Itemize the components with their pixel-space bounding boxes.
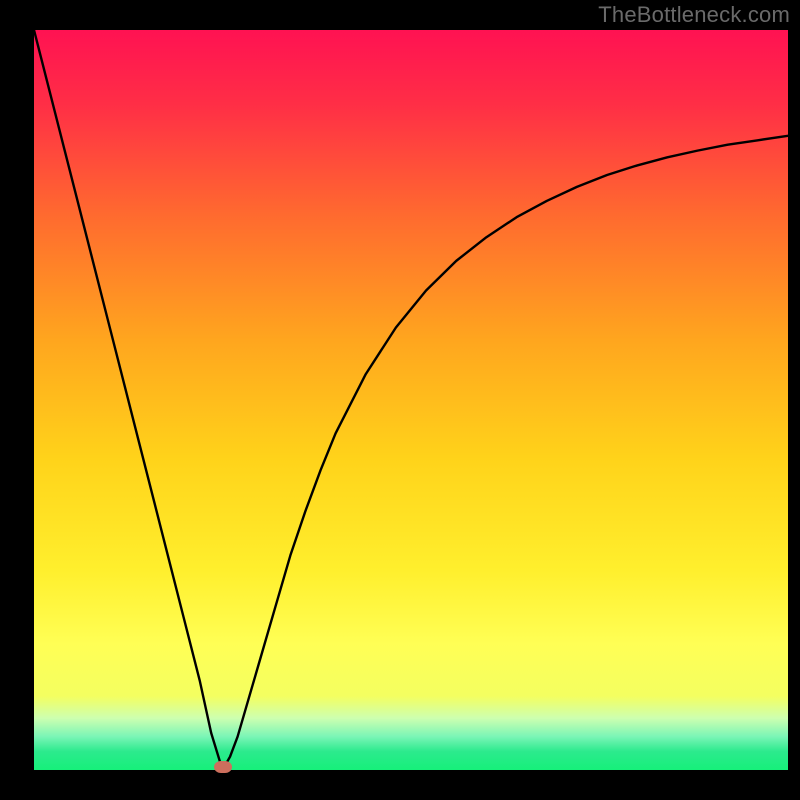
gradient-background (34, 30, 788, 770)
optimum-marker (214, 761, 232, 773)
bottleneck-plot (34, 30, 788, 770)
chart-frame: TheBottleneck.com (0, 0, 800, 800)
watermark-text: TheBottleneck.com (598, 2, 790, 28)
